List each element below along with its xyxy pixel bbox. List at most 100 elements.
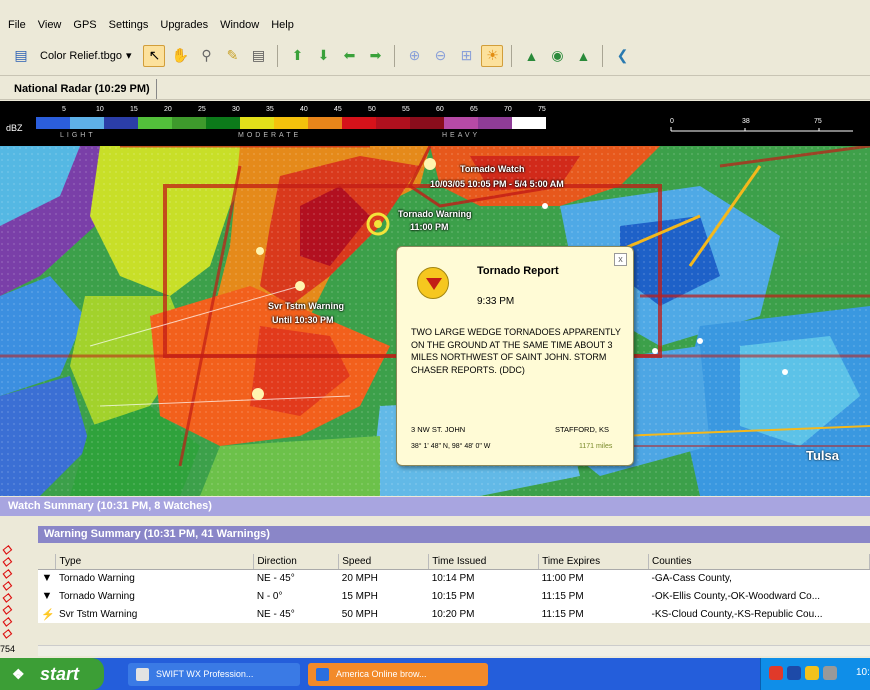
table-row[interactable]: ▼ Tornado Warning NE - 45° 20 MPH 10:14 … (38, 569, 870, 587)
task-label: SWIFT WX Profession... (156, 669, 254, 679)
menu-view[interactable]: View (38, 19, 62, 31)
popup-time: 9:33 PM (477, 296, 515, 307)
column-header-speed[interactable]: Speed (338, 554, 430, 570)
warning-side-icons: ◇ ◇ ◇ ◇ ◇ ◇ ◇ ◇ (2, 542, 32, 640)
column-header-time-issued[interactable]: Time Issued (428, 554, 540, 570)
legend-color-swatch (206, 117, 240, 129)
table-row[interactable]: ▼ Tornado Warning N - 0° 15 MPH 10:15 PM… (38, 587, 870, 605)
cell-speed: 15 MPH (341, 590, 378, 602)
flame-icon[interactable]: ▲ (572, 45, 594, 67)
legend-category-moderate: MODERATE (238, 132, 302, 139)
start-button[interactable]: ❖ start (0, 658, 104, 690)
close-icon[interactable]: x (614, 253, 627, 266)
legend-color-swatch (36, 117, 70, 129)
legend-tick-label: 35 (266, 106, 274, 113)
back-icon[interactable]: ❮ (611, 45, 633, 67)
arrow-left-icon[interactable]: ⬅ (338, 45, 360, 67)
tornado-report-popup[interactable]: x Tornado Report 9:33 PM TWO LARGE WEDGE… (396, 246, 634, 466)
warning-expire-label: 11:00 PM (410, 222, 449, 232)
pencil-icon[interactable]: ✎ (221, 45, 243, 67)
legend-tick-label: 70 (504, 106, 512, 113)
watch-summary-header[interactable]: Watch Summary (10:31 PM, 8 Watches) (0, 497, 870, 516)
save-icon[interactable]: ▤ (10, 45, 32, 67)
sun-icon[interactable]: ☀ (481, 44, 504, 67)
map-style-dropdown[interactable]: Color Relief.tbgo ▾ (36, 46, 135, 66)
menu-settings[interactable]: Settings (109, 19, 149, 31)
tab-national-radar[interactable]: National Radar (10:29 PM) (8, 79, 157, 99)
toolbar-separator (277, 44, 279, 67)
app-icon (136, 668, 149, 681)
popup-title: Tornado Report (477, 265, 559, 277)
arrow-up-icon[interactable]: ⬆ (286, 45, 308, 67)
cell-counties: -KS-Cloud County,-KS-Republic Cou... (651, 608, 823, 620)
tornado-warning-label[interactable]: Tornado Warning (398, 209, 472, 219)
menu-window[interactable]: Window (220, 19, 259, 31)
layer-tab-row: National Radar (10:29 PM) (0, 77, 870, 100)
legend-tick-label: 65 (470, 106, 478, 113)
menu-bar: File View GPS Settings Upgrades Window H… (0, 14, 870, 36)
tray-icon[interactable] (823, 666, 837, 680)
aol-icon (316, 668, 329, 681)
horizontal-scrollbar[interactable] (38, 645, 870, 656)
menu-help[interactable]: Help (271, 19, 294, 31)
menu-gps[interactable]: GPS (73, 19, 96, 31)
column-header-time-expires[interactable]: Time Expires (538, 554, 649, 570)
column-header-counties[interactable]: Counties (648, 554, 870, 570)
legend-category-light: LIGHT (60, 132, 96, 139)
svr-tstm-warning-label[interactable]: Svr Tstm Warning (268, 301, 344, 311)
warning-icon: ◇ (2, 566, 12, 580)
select-arrow-icon[interactable]: ↖ (143, 44, 166, 67)
column-header-icon (38, 554, 57, 570)
column-header-direction[interactable]: Direction (253, 554, 340, 570)
tornado-icon: ▼ (41, 572, 53, 585)
radar-legend: dBZ 5 10 15 20 25 30 35 40 45 50 55 60 65 70 75 LIGHT … (0, 101, 870, 146)
legend-color-swatch (172, 117, 206, 129)
legend-tick-label: 50 (368, 106, 376, 113)
menu-file[interactable]: File (8, 19, 26, 31)
tree-icon[interactable]: ▲ (520, 45, 542, 67)
zoom-fit-icon[interactable]: ⊞ (455, 45, 477, 67)
scale-line (670, 127, 853, 132)
tray-icon[interactable] (805, 666, 819, 680)
popup-distance: 1171 miles (579, 443, 613, 450)
legend-color-swatch (240, 117, 274, 129)
measure-icon[interactable]: ▤ (247, 45, 269, 67)
until-label: Until 10:30 PM (272, 315, 334, 325)
warning-icon: ◇ (2, 590, 12, 604)
cell-type: Svr Tstm Warning (58, 608, 138, 620)
legend-tick-label: 30 (232, 106, 240, 113)
cell-speed: 20 MPH (341, 572, 378, 584)
legend-tick-label: 5 (62, 106, 66, 113)
tray-icon[interactable] (769, 666, 783, 680)
task-aol-browser[interactable]: America Online brow... (308, 663, 488, 686)
legend-color-swatch (342, 117, 376, 129)
table-row[interactable]: ⚡ Svr Tstm Warning NE - 45° 50 MPH 10:20… (38, 605, 870, 623)
column-header-type[interactable]: Type (55, 554, 255, 570)
warning-icon: ◇ (2, 542, 12, 556)
legend-tick-label: 55 (402, 106, 410, 113)
warning-icon: ◇ (2, 602, 12, 616)
tornado-report-icon (417, 267, 449, 299)
zoom-in-icon[interactable]: ⊕ (403, 45, 425, 67)
pan-hand-icon[interactable]: ✋ (169, 45, 191, 67)
toolbar: ▤ Color Relief.tbgo ▾ ↖ ✋ ⚲ ✎ ▤ ⬆ ⬇ ⬅ ➡ … (0, 36, 870, 76)
map-style-label: Color Relief.tbgo (40, 49, 122, 62)
arrow-down-icon[interactable]: ⬇ (312, 45, 334, 67)
task-swift-wx[interactable]: SWIFT WX Profession... (128, 663, 300, 686)
legend-tick-label: 25 (198, 106, 206, 113)
legend-color-swatch (308, 117, 342, 129)
warning-icon: ◇ (2, 554, 12, 568)
legend-color-swatch (410, 117, 444, 129)
zoom-out-icon[interactable]: ⊖ (429, 45, 451, 67)
arrow-right-icon[interactable]: ➡ (364, 45, 386, 67)
menu-upgrades[interactable]: Upgrades (160, 19, 208, 31)
start-label: start (40, 664, 80, 684)
tray-icon[interactable] (787, 666, 801, 680)
tornado-watch-label[interactable]: Tornado Watch (460, 164, 525, 174)
warning-summary-header[interactable]: Warning Summary (10:31 PM, 41 Warnings) (38, 526, 870, 543)
popup-location: 3 NW ST. JOHN (411, 425, 466, 434)
zoom-icon[interactable]: ⚲ (195, 45, 217, 67)
legend-color-swatch (444, 117, 478, 129)
popup-coordinates: 38° 1' 48" N, 98° 48' 0" W (411, 443, 491, 450)
target-icon[interactable]: ◉ (546, 45, 568, 67)
